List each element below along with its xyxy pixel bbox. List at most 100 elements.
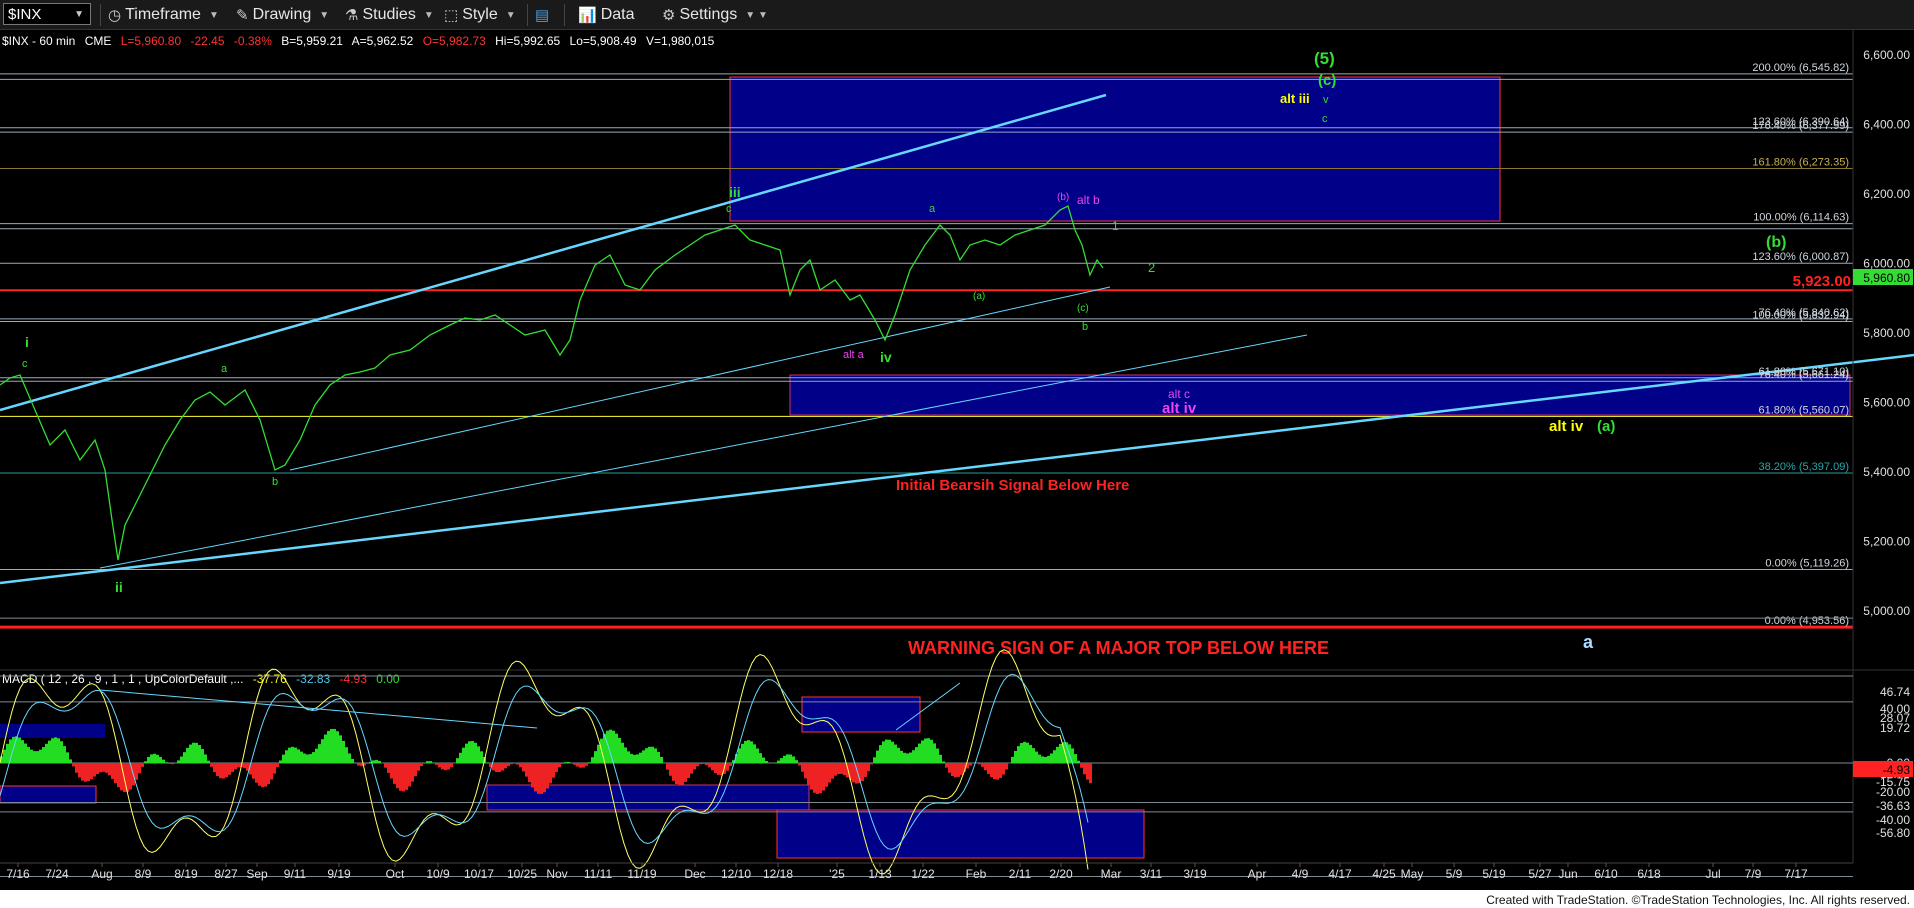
fib-label: 38.20% (5,397.09) bbox=[1758, 461, 1849, 473]
macd-hist-bar bbox=[186, 747, 189, 763]
macd-hist-bar bbox=[696, 763, 699, 767]
date-tick-label: Feb bbox=[966, 867, 987, 881]
macd-hist-bar bbox=[798, 763, 801, 766]
macd-hist-bar bbox=[927, 738, 930, 763]
date-tick-label: 11/11 bbox=[584, 867, 613, 881]
macd-hist-bar bbox=[33, 751, 36, 763]
macd-hist-bar bbox=[264, 763, 267, 787]
price-chart[interactable]: $INX - 60 min CME L=5,960.80 -22.45 -0.3… bbox=[0, 30, 1914, 908]
macd-hist-bar bbox=[219, 763, 222, 779]
chevron-down-icon: ▼ bbox=[74, 8, 84, 20]
macd-hist-bar bbox=[630, 753, 633, 763]
wave-b-green-label: (b) bbox=[1766, 234, 1786, 251]
macd-hist-bar bbox=[1032, 748, 1035, 763]
macd-hist-bar bbox=[213, 763, 216, 773]
macd-hist-bar bbox=[1017, 746, 1020, 763]
macd-hist-bar bbox=[84, 763, 87, 782]
macd-hist-bar bbox=[294, 747, 297, 763]
macd-hist-bar bbox=[201, 749, 204, 763]
macd-hist-bar bbox=[582, 763, 585, 768]
style-menu[interactable]: ⬚ Style ▼ bbox=[444, 4, 516, 26]
macd-hist-bar bbox=[393, 763, 396, 784]
macd-hist-bar bbox=[636, 754, 639, 763]
price-tick-label: 6,200.00 bbox=[1863, 187, 1910, 201]
resistance-zone-box[interactable] bbox=[729, 76, 1501, 222]
macd-hist-bar bbox=[789, 754, 792, 763]
macd-hist-bar bbox=[1080, 763, 1083, 768]
settings-menu[interactable]: ⚙ Settings ▼ bbox=[662, 4, 755, 26]
macd-hist-bar bbox=[945, 763, 948, 768]
macd-hist-bar bbox=[801, 763, 804, 772]
macd-hist-bar bbox=[468, 741, 471, 763]
macd-hist-bar bbox=[540, 763, 543, 795]
macd-hist-bar bbox=[777, 760, 780, 763]
date-tick-label: 5/9 bbox=[1446, 867, 1463, 881]
macd-hist-bar bbox=[339, 735, 342, 763]
macd-hist-bar bbox=[501, 763, 504, 771]
date-tick-label: 6/10 bbox=[1594, 867, 1618, 881]
macd-hist-bar bbox=[420, 763, 423, 767]
macd-value: -37.76 bbox=[253, 672, 287, 686]
macd-hist-bar bbox=[222, 763, 225, 779]
macd-hist-bar bbox=[567, 761, 570, 763]
macd-hist-bar bbox=[933, 743, 936, 763]
macd-hist-bar bbox=[234, 763, 237, 770]
macd-hist-bar bbox=[300, 751, 303, 763]
wave-c-label: (c) bbox=[1318, 72, 1336, 89]
macd-hist-bar bbox=[195, 742, 198, 763]
data-menu[interactable]: 📊 Data bbox=[578, 4, 634, 26]
symbol-selector[interactable]: $INX ▼ bbox=[3, 3, 91, 25]
macd-hist-bar bbox=[270, 763, 273, 780]
macd-hist-bar bbox=[306, 754, 309, 763]
wave-a-blue-label: a bbox=[1583, 632, 1594, 652]
layout-button[interactable]: ▤ bbox=[535, 4, 553, 26]
data-label: Data bbox=[600, 6, 635, 23]
macd-zone-box[interactable] bbox=[0, 724, 105, 738]
macd-zone-box[interactable] bbox=[0, 785, 97, 804]
macd-hist-bar bbox=[534, 763, 537, 792]
macd-hist-bar bbox=[756, 748, 759, 763]
macd-hist-bar bbox=[1026, 742, 1029, 763]
macd-hist-bar bbox=[333, 729, 336, 763]
date-tick-label: Nov bbox=[546, 867, 567, 881]
fib-label: 0.00% (4,953.56) bbox=[1765, 615, 1849, 627]
macd-hist-bar bbox=[255, 763, 258, 783]
wave-1-label: 1 bbox=[1112, 219, 1119, 233]
macd-hist-bar bbox=[321, 739, 324, 763]
macd-hist-bar bbox=[447, 763, 450, 770]
macd-hist-bar bbox=[168, 763, 171, 764]
macd-hist-bar bbox=[444, 763, 447, 771]
macd-hist-bar bbox=[747, 740, 750, 763]
major-top-warning-note: WARNING SIGN OF A MAJOR TOP BELOW HERE bbox=[908, 638, 1329, 658]
macd-hist-bar bbox=[729, 763, 732, 766]
macd-hist-bar bbox=[549, 763, 552, 784]
more-menu[interactable]: ▼ bbox=[750, 4, 768, 26]
macd-hist-bar bbox=[873, 757, 876, 763]
macd-hist-bar bbox=[192, 742, 195, 763]
macd-zero-value: 0.00 bbox=[376, 672, 400, 686]
macd-hist-bar bbox=[381, 763, 384, 764]
macd-zone-box[interactable] bbox=[776, 809, 1145, 859]
macd-hist-bar bbox=[921, 740, 924, 763]
macd-hist-bar bbox=[906, 753, 909, 763]
macd-hist-bar bbox=[60, 741, 63, 763]
timeframe-menu[interactable]: ◷ Timeframe ▼ bbox=[108, 4, 219, 26]
macd-hist-bar bbox=[225, 763, 228, 778]
studies-menu[interactable]: ⚗ Studies ▼ bbox=[345, 4, 434, 26]
macd-hist-bar bbox=[63, 746, 66, 763]
macd-hist-bar bbox=[1077, 760, 1080, 763]
macd-hist-bar bbox=[750, 741, 753, 763]
date-tick-label: 5/27 bbox=[1528, 867, 1552, 881]
macd-hist-bar bbox=[675, 763, 678, 785]
macd-hist-bar bbox=[507, 763, 510, 767]
macd-hist-bar bbox=[870, 763, 873, 765]
macd-hist-bar bbox=[216, 763, 219, 777]
macd-hist-bar bbox=[687, 763, 690, 779]
date-tick-label: 7/24 bbox=[45, 867, 69, 881]
wave-iv-label: iv bbox=[880, 349, 892, 365]
drawing-menu[interactable]: ✎ Drawing ▼ bbox=[236, 4, 329, 26]
date-tick-label: 7/9 bbox=[1745, 867, 1762, 881]
level-5923-label: 5,923.00 bbox=[1793, 273, 1851, 290]
wave-iii-label: iii bbox=[729, 184, 741, 200]
date-tick-label: Aug bbox=[91, 867, 112, 881]
